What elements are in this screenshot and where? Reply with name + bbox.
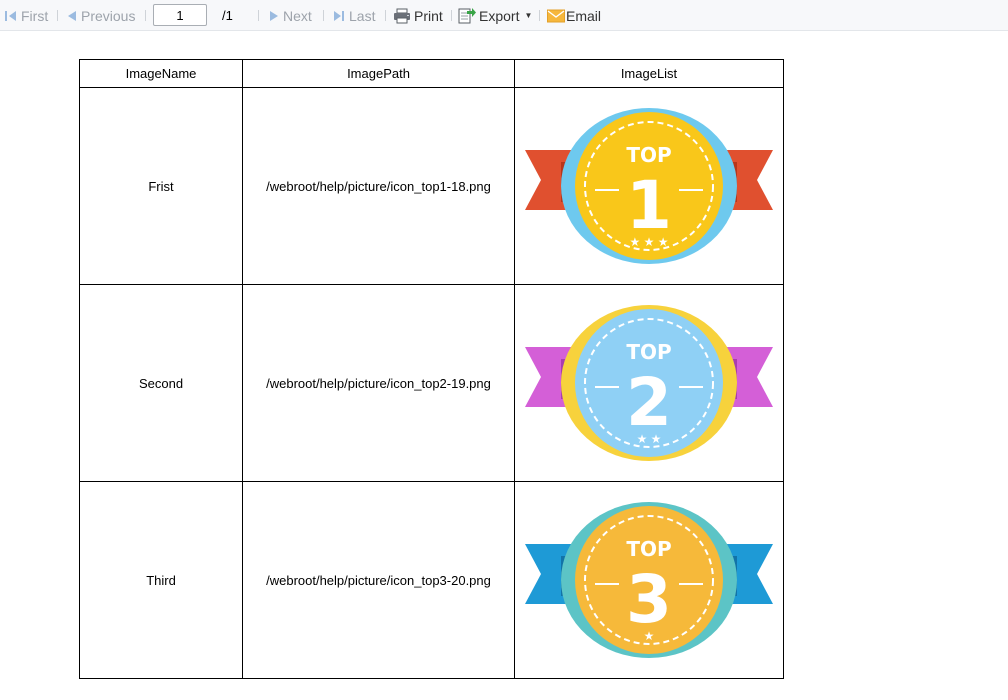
next-page-icon: [270, 10, 278, 21]
image-name-cell: Third: [79, 481, 243, 679]
chevron-down-icon: ▼: [524, 11, 533, 20]
image-name-cell: Second: [79, 284, 243, 482]
export-button[interactable]: Export ▼: [458, 0, 532, 31]
report-table: ImageName ImagePath ImageList Frist /web…: [79, 59, 784, 679]
column-header-imagepath: ImagePath: [242, 59, 515, 88]
page-total: /1: [222, 8, 233, 23]
first-page-label: First: [21, 7, 49, 24]
toolbar-divider: [258, 10, 259, 21]
badge-number-text: 1: [626, 167, 672, 244]
first-page-button[interactable]: First: [4, 0, 48, 31]
column-header-imagename: ImageName: [79, 59, 243, 88]
toolbar-divider: [145, 10, 146, 21]
toolbar-divider: [323, 10, 324, 21]
next-page-button[interactable]: Next: [268, 0, 312, 31]
svg-text:★ ★: ★ ★: [637, 432, 662, 446]
top3-badge-image: TOP 3 ★: [525, 502, 773, 658]
badge-number-text: 3: [626, 561, 672, 638]
report-toolbar: First Previous /1 Next Last P: [0, 0, 1008, 31]
export-label: Export: [479, 7, 520, 24]
previous-page-label: Previous: [81, 7, 136, 24]
svg-text:★: ★: [644, 629, 655, 643]
first-page-icon: [5, 10, 16, 21]
table-row: Second /webroot/help/picture/icon_top2-1…: [79, 284, 784, 482]
toolbar-divider: [451, 10, 452, 21]
table-row: Third /webroot/help/picture/icon_top3-20…: [79, 481, 784, 679]
export-icon: [458, 7, 476, 23]
email-icon: [547, 9, 565, 22]
last-page-label: Last: [349, 7, 376, 24]
top2-badge-image: TOP 2 ★ ★: [525, 305, 773, 461]
badge-top-text: TOP: [626, 143, 671, 167]
toolbar-divider: [385, 10, 386, 21]
badge-number-text: 2: [626, 364, 672, 441]
badge-top-text: TOP: [626, 340, 671, 364]
previous-page-button[interactable]: Previous: [66, 0, 135, 31]
image-path-cell: /webroot/help/picture/icon_top3-20.png: [242, 481, 515, 679]
image-path-cell: /webroot/help/picture/icon_top1-18.png: [242, 87, 515, 285]
image-path-cell: /webroot/help/picture/icon_top2-19.png: [242, 284, 515, 482]
table-row: Frist /webroot/help/picture/icon_top1-18…: [79, 87, 784, 285]
printer-icon: [394, 8, 410, 23]
last-page-icon: [334, 10, 344, 21]
print-label: Print: [414, 7, 443, 24]
image-list-cell: TOP 1 ★ ★ ★: [514, 87, 784, 285]
email-label: Email: [566, 7, 602, 24]
next-page-label: Next: [283, 7, 312, 24]
toolbar-divider: [539, 10, 540, 21]
column-header-imagelist: ImageList: [514, 59, 784, 88]
page-number-input[interactable]: [153, 4, 207, 26]
image-name-cell: Frist: [79, 87, 243, 285]
image-list-cell: TOP 3 ★: [514, 481, 784, 679]
top1-badge-image: TOP 1 ★ ★ ★: [525, 108, 773, 264]
badge-top-text: TOP: [626, 537, 671, 561]
email-button[interactable]: Email: [547, 0, 601, 31]
print-button[interactable]: Print: [393, 0, 443, 31]
toolbar-divider: [57, 10, 58, 21]
last-page-button[interactable]: Last: [332, 0, 375, 31]
image-list-cell: TOP 2 ★ ★: [514, 284, 784, 482]
svg-text:★ ★ ★: ★ ★ ★: [630, 235, 669, 249]
previous-page-icon: [68, 10, 76, 21]
table-header-row: ImageName ImagePath ImageList: [79, 59, 784, 88]
